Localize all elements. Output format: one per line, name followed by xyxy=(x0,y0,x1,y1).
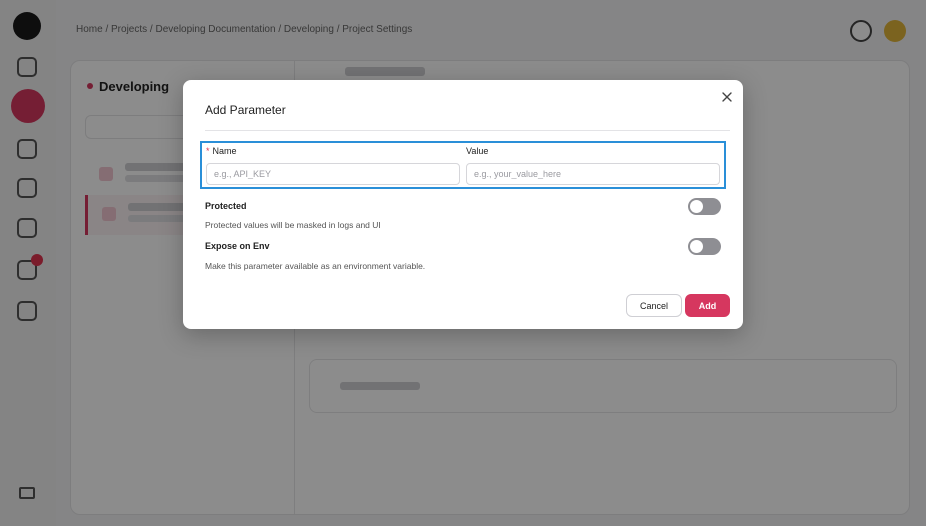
value-label: Value xyxy=(466,146,489,156)
required-marker: * xyxy=(206,146,210,156)
protected-toggle[interactable] xyxy=(688,198,721,215)
protected-label: Protected xyxy=(205,201,247,211)
add-parameter-dialog: Add Parameter *Name Value Protected Prot… xyxy=(183,80,743,329)
name-value-field-group: * Name Value xyxy=(200,141,726,189)
dialog-title: Add Parameter xyxy=(205,103,286,117)
close-button[interactable] xyxy=(718,88,736,106)
toggle-knob xyxy=(690,200,703,213)
name-label: * Name xyxy=(206,146,237,156)
cancel-button[interactable]: Cancel xyxy=(626,294,682,317)
add-button[interactable]: Add xyxy=(685,294,730,317)
toggle-knob xyxy=(690,240,703,253)
name-label-text: Name xyxy=(212,146,237,156)
name-input[interactable] xyxy=(206,163,460,185)
protected-description: Protected values will be masked in logs … xyxy=(205,220,381,230)
dialog-divider xyxy=(205,130,730,131)
close-icon xyxy=(722,92,732,102)
value-input[interactable] xyxy=(466,163,720,185)
expose-env-description: Make this parameter available as an envi… xyxy=(205,261,426,271)
expose-env-toggle[interactable] xyxy=(688,238,721,255)
expose-env-label: Expose on Env xyxy=(205,241,270,251)
